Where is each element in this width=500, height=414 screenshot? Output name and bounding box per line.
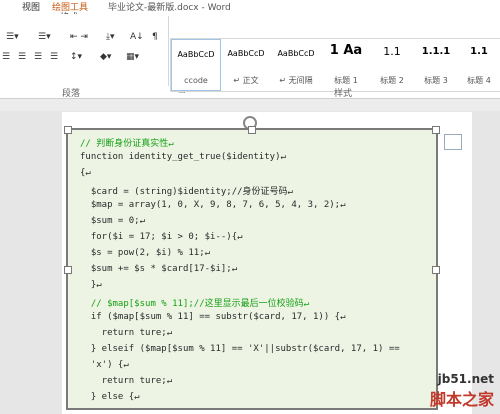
code-line: 'x') {↵ [80, 360, 129, 370]
line-spacing-icon[interactable]: ↕▾ [70, 52, 82, 62]
style-sample: 1.1.1 [421, 46, 451, 57]
layout-options-icon[interactable] [444, 134, 462, 150]
sort-az-icon[interactable]: A↓ [130, 32, 144, 42]
resize-handle[interactable] [64, 266, 72, 274]
style-label: 标题 2 [380, 76, 404, 85]
resize-handle[interactable] [432, 266, 440, 274]
indent-icon[interactable]: ⇤ ⇥ [70, 32, 88, 42]
align-left-icon[interactable]: ☰ [2, 52, 10, 62]
group-label-paragraph: 段落 [62, 89, 81, 99]
style-label: ↵ 无间隔 [279, 76, 313, 85]
style-no-spacing[interactable]: AaBbCcD ↵ 无间隔 [271, 39, 321, 91]
style-sample: AaBbCcD [227, 49, 265, 58]
style-label: 标题 1 [334, 76, 358, 85]
style-label: 标题 3 [424, 76, 448, 85]
watermark-name: 脚本之家 [429, 390, 494, 409]
resize-handle[interactable] [248, 126, 256, 134]
style-label: ↵ 正文 [233, 76, 259, 85]
code-line: function identity_get_true($identity)↵ [80, 152, 286, 162]
style-heading-1[interactable]: 1 Aa 标题 1 [321, 39, 371, 91]
ribbon-tab-bar: 视图 绘图工具 格式 毕业论文-最新版.docx - Word [0, 0, 500, 23]
code-line: } else {↵ [80, 392, 140, 402]
style-sample: 1 Aa [329, 43, 363, 58]
code-line: {↵ [80, 168, 91, 178]
sort-icon[interactable]: ⤓▾ [106, 32, 115, 42]
code-line: return ture;↵ [80, 376, 173, 386]
code-line: $sum += $s * $card[17-$i];↵ [80, 264, 238, 274]
watermark-url: jb51.net [437, 372, 494, 386]
tab-view[interactable]: 视图 [22, 0, 40, 13]
style-label: 标题 4 [467, 76, 491, 85]
code-line: }↵ [80, 280, 102, 290]
code-line: // 判断身份证真实性↵ [80, 139, 174, 149]
style-sample: AaBbCcD [177, 50, 215, 59]
numbering-icon[interactable]: ☰▾ [38, 32, 51, 42]
group-label-styles: 样式 [334, 89, 353, 99]
align-center-icon[interactable]: ☰ [18, 52, 26, 62]
shading-icon[interactable]: ◆▾ [100, 52, 111, 62]
style-heading-4[interactable]: 1.1 标题 4 [457, 39, 500, 91]
code-line: if ($map[$sum % 11] == substr($card, 17,… [80, 312, 346, 322]
code-line: $sum = 0;↵ [80, 216, 146, 226]
code-line: $map = array(1, 0, X, 9, 8, 7, 6, 5, 4, … [80, 200, 346, 210]
code-line: for($i = 17; $i > 0; $i--){↵ [80, 232, 243, 242]
style-ccode[interactable]: AaBbCcD ccode [171, 39, 221, 91]
horizontal-ruler [0, 99, 500, 111]
code-line: } elseif ($map[$sum % 11] == 'X'||substr… [80, 344, 400, 354]
align-right-icon[interactable]: ☰ [34, 52, 42, 62]
resize-handle[interactable] [64, 126, 72, 134]
window-title: 毕业论文-最新版.docx - Word [108, 3, 231, 13]
style-sample: 1.1 [383, 45, 401, 58]
styles-gallery: AaBbCcD ccode AaBbCcD ↵ 正文 AaBbCcD ↵ 无间隔… [170, 38, 500, 92]
style-label: ccode [184, 76, 208, 85]
bullets-icon[interactable]: ☰▾ [6, 32, 19, 42]
code-text-box[interactable]: // 判断身份证真实性↵ function identity_get_true(… [64, 126, 440, 410]
borders-icon[interactable]: ▦▾ [126, 52, 139, 62]
style-sample: 1.1 [470, 46, 488, 57]
show-marks-icon[interactable]: ¶ [152, 32, 158, 42]
code-line: return ture;↵ [80, 328, 173, 338]
justify-icon[interactable]: ☰ [50, 52, 58, 62]
style-normal[interactable]: AaBbCcD ↵ 正文 [221, 39, 271, 91]
style-heading-2[interactable]: 1.1 标题 2 [367, 39, 417, 91]
ribbon-separator [168, 16, 169, 86]
ribbon: ☰▾ ☰▾ ⇤ ⇥ ⤓▾ A↓ ¶ ☰ ☰ ☰ ☰ ↕▾ ◆▾ ▦▾ 段落 ⇲ … [0, 14, 500, 99]
style-sample: AaBbCcD [277, 49, 315, 58]
code-line: $card = (string)$identity;//身份证号码↵ [80, 187, 293, 197]
style-heading-3[interactable]: 1.1.1 标题 3 [411, 39, 461, 91]
code-line: // $map[$sum % 11];//这里显示最后一位校验码↵ [80, 299, 310, 309]
resize-handle[interactable] [432, 126, 440, 134]
code-line: $s = pow(2, $i) % 11;↵ [80, 248, 211, 258]
watermark: jb51.net 脚本之家 [430, 372, 494, 410]
